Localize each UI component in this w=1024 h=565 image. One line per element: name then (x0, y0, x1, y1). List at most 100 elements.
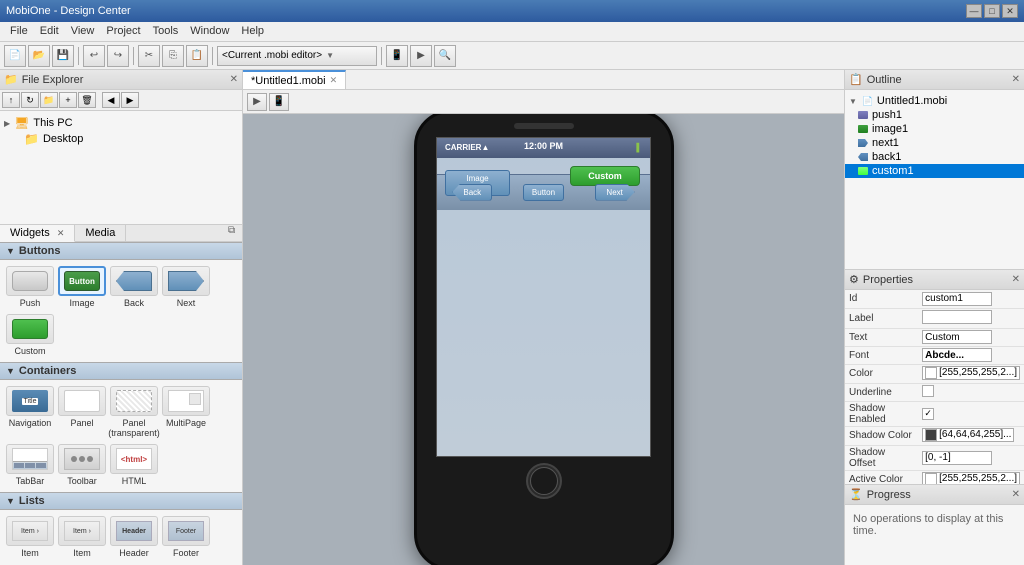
phone-screen-content[interactable]: Image Button Custom (437, 158, 650, 174)
panel-float-btn[interactable]: ⧉ (228, 225, 242, 239)
list-header-icon-box: Header (110, 516, 158, 546)
menu-file[interactable]: File (4, 24, 34, 39)
prop-text-value[interactable]: Custom (918, 328, 1024, 346)
toolbar-new-btn[interactable]: 📄 (4, 45, 26, 67)
toolbar-save-btn[interactable]: 💾 (52, 45, 74, 67)
widget-panel[interactable]: Panel (58, 386, 106, 438)
toolbar-undo-btn[interactable]: ↩ (83, 45, 105, 67)
widget-push-button[interactable]: Push (6, 266, 54, 308)
fe-back-btn[interactable]: ◀ (102, 92, 120, 108)
toolbar-cut-btn[interactable]: ✂ (138, 45, 160, 67)
menu-project[interactable]: Project (100, 24, 146, 39)
editor-canvas-area[interactable]: CARRIER ▲ 12:00 PM ▌ Image Button Custom (243, 114, 844, 565)
tab-widgets-close[interactable]: ✕ (57, 228, 65, 238)
editor-tab-close-btn[interactable]: ✕ (330, 75, 338, 86)
widget-tabbar[interactable]: TabBar (6, 444, 54, 486)
editor-tab-untitled1[interactable]: *Untitled1.mobi ✕ (243, 70, 346, 89)
prop-label-value[interactable] (918, 308, 1024, 328)
section-collapse-icon: ▼ (6, 496, 15, 506)
prop-active-color-value[interactable]: [255,255,255,2...] (918, 470, 1024, 485)
toolbar-paste-btn[interactable]: 📋 (186, 45, 208, 67)
outline-item-next1[interactable]: next1 (845, 136, 1024, 150)
maximize-button[interactable]: □ (984, 4, 1000, 18)
outline-item-back1[interactable]: back1 (845, 150, 1024, 164)
tab-widgets[interactable]: Widgets ✕ (0, 225, 75, 242)
progress-close-btn[interactable]: ✕ (1012, 489, 1020, 500)
prop-font-value[interactable]: Abcde... (918, 346, 1024, 364)
file-explorer-title: 📁 File Explorer (4, 73, 83, 86)
widget-panel-transparent[interactable]: Panel(transparent) (110, 386, 158, 438)
widget-custom-button[interactable]: Custom (6, 314, 54, 356)
outline-close-btn[interactable]: ✕ (1012, 74, 1020, 85)
widget-list-footer[interactable]: Footer Footer (162, 516, 210, 558)
shadow-enabled-checkbox[interactable]: ✓ (922, 408, 934, 420)
phone-screen[interactable]: CARRIER ▲ 12:00 PM ▌ Image Button Custom (436, 137, 651, 457)
fe-delete-btn[interactable]: 🗑 (78, 92, 96, 108)
fe-folder-btn[interactable]: 📁 (40, 92, 58, 108)
file-explorer-close-button[interactable]: ✕ (230, 74, 238, 85)
list-item-2-label: Item (73, 548, 91, 558)
left-panel: 📁 File Explorer ✕ ↑ ↻ 📁 + 🗑 ◀ ▶ ▶ 🖥 T (0, 70, 243, 565)
widget-list-item-2[interactable]: Item › Item (58, 516, 106, 558)
outline-item-file[interactable]: ▼ 📄 Untitled1.mobi (845, 94, 1024, 108)
widget-navigation[interactable]: Title Navigation (6, 386, 54, 438)
menu-window[interactable]: Window (184, 24, 235, 39)
phone-next-button[interactable]: Next (595, 184, 635, 201)
editor-selector-dropdown[interactable]: <Current .mobi editor> ▼ (217, 46, 377, 66)
tree-item-desktop[interactable]: 📁 Desktop (4, 131, 238, 147)
underline-checkbox[interactable] (922, 385, 934, 397)
fe-refresh-btn[interactable]: ↻ (21, 92, 39, 108)
menu-bar: File Edit View Project Tools Window Help (0, 22, 1024, 42)
fe-new-btn[interactable]: + (59, 92, 77, 108)
menu-edit[interactable]: Edit (34, 24, 65, 39)
phone-back-button[interactable]: Back (452, 184, 492, 201)
toolbar-copy-btn[interactable]: ⎘ (162, 45, 184, 67)
tree-item-thispc[interactable]: ▶ 🖥 This PC (4, 115, 238, 131)
prop-underline-value[interactable] (918, 383, 1024, 401)
phone-battery-icon: ▌ (636, 143, 642, 152)
widget-list-header[interactable]: Header Header (110, 516, 158, 558)
expand-icon: ▶ (4, 119, 10, 128)
widget-html[interactable]: <html> HTML (110, 444, 158, 486)
phone-carrier-text: CARRIER (445, 143, 481, 152)
shadow-color-swatch (925, 429, 937, 441)
phone-custom-button[interactable]: Custom (570, 166, 640, 186)
custom-icon-box (6, 314, 54, 344)
outline-item-push1[interactable]: push1 (845, 108, 1024, 122)
editor-play-btn[interactable]: ▶ (247, 93, 267, 111)
toolbar-open-btn[interactable]: 📂 (28, 45, 50, 67)
toolbar-preview-btn[interactable]: 🔍 (434, 45, 456, 67)
close-button[interactable]: ✕ (1002, 4, 1018, 18)
outline-item-custom1[interactable]: custom1 (845, 164, 1024, 178)
widget-toolbar[interactable]: Toolbar (58, 444, 106, 486)
properties-close-btn[interactable]: ✕ (1012, 274, 1020, 285)
prop-shadow-enabled-value[interactable]: ✓ (918, 401, 1024, 426)
widget-list-item-1[interactable]: Item › Item (6, 516, 54, 558)
push-icon (12, 271, 48, 291)
html-label: HTML (122, 476, 147, 486)
tab-media[interactable]: Media (75, 225, 126, 241)
prop-color-value[interactable]: [255,255,255,2...] (918, 364, 1024, 383)
minimize-button[interactable]: — (966, 4, 982, 18)
menu-view[interactable]: View (65, 24, 101, 39)
editor-device-btn[interactable]: 📱 (269, 93, 289, 111)
widget-back-button[interactable]: Back (110, 266, 158, 308)
fe-forward-btn[interactable]: ▶ (121, 92, 139, 108)
outline-item-image1[interactable]: image1 (845, 122, 1024, 136)
phone-button-button[interactable]: Button (523, 184, 564, 201)
toolbar-device-btn[interactable]: 📱 (386, 45, 408, 67)
prop-shadow-offset-value[interactable]: [0, -1] (918, 445, 1024, 470)
prop-shadow-color-value[interactable]: [64,64,64,255]... (918, 426, 1024, 445)
toolbar-run-btn[interactable]: ▶ (410, 45, 432, 67)
phone-home-button[interactable] (526, 463, 562, 499)
menu-help[interactable]: Help (235, 24, 270, 39)
menu-tools[interactable]: Tools (147, 24, 185, 39)
widget-multipage[interactable]: MultiPage (162, 386, 210, 438)
toolbar-redo-btn[interactable]: ↪ (107, 45, 129, 67)
prop-id-value[interactable]: custom1 (918, 290, 1024, 308)
lists-section-label: Lists (19, 495, 45, 507)
widget-image-button[interactable]: Button Image (58, 266, 106, 308)
widget-next-button[interactable]: Next (162, 266, 210, 308)
fe-up-btn[interactable]: ↑ (2, 92, 20, 108)
toolbar-sep-1 (78, 47, 79, 65)
